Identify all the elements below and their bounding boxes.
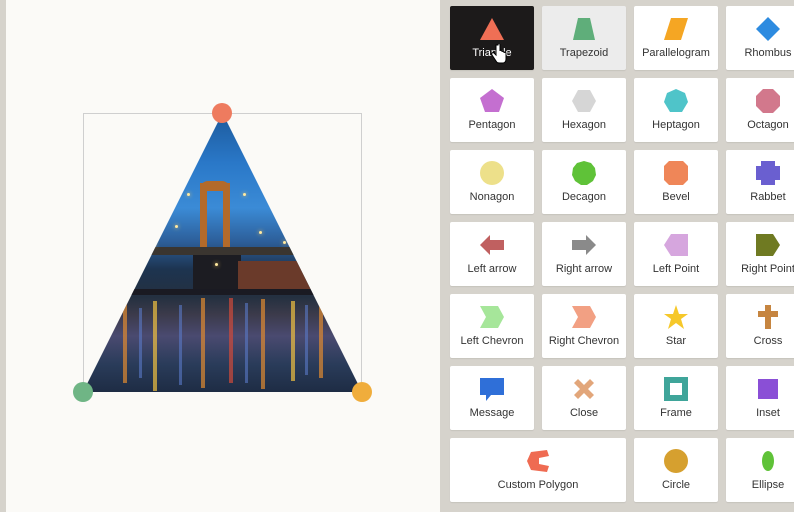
shape-tile-label: Right Point <box>741 263 794 275</box>
shape-tile-octagon[interactable]: Octagon <box>726 78 794 142</box>
shape-tile-right-chevron[interactable]: Right Chevron <box>542 294 626 358</box>
shape-tile-label: Pentagon <box>468 119 516 131</box>
shape-tile-right-arrow[interactable]: Right arrow <box>542 222 626 286</box>
close-icon <box>571 376 597 402</box>
shape-tile-custom-polygon[interactable]: Custom Polygon <box>450 438 626 502</box>
shape-tile-left-chevron[interactable]: Left Chevron <box>450 294 534 358</box>
shape-tile-label: Nonagon <box>469 191 515 203</box>
shape-tile-label: Hexagon <box>561 119 607 131</box>
star-icon <box>663 304 689 330</box>
shape-tile-label: Message <box>469 407 515 419</box>
shape-tile-bevel[interactable]: Bevel <box>634 150 718 214</box>
shape-palette: TriangleTrapezoidParallelogramRhombusPen… <box>446 0 794 512</box>
shape-tile-rabbet[interactable]: Rabbet <box>726 150 794 214</box>
shape-tile-frame[interactable]: Frame <box>634 366 718 430</box>
shape-tile-label: Left Point <box>652 263 700 275</box>
shape-tile-star[interactable]: Star <box>634 294 718 358</box>
frame-icon <box>663 376 689 402</box>
decagon-icon <box>571 160 597 186</box>
shape-tile-label: Rhombus <box>744 47 792 59</box>
shape-tile-label: Octagon <box>747 119 789 131</box>
cross-icon <box>755 304 781 330</box>
handle-top-vertex[interactable] <box>212 103 232 123</box>
shape-tile-parallelogram[interactable]: Parallelogram <box>634 6 718 70</box>
triangle-icon <box>479 16 505 42</box>
shape-tile-label: Bevel <box>662 191 690 203</box>
shape-tile-hexagon[interactable]: Hexagon <box>542 78 626 142</box>
shape-tile-ellipse[interactable]: Ellipse <box>726 438 794 502</box>
shape-tile-label: Trapezoid <box>559 47 609 59</box>
shape-tile-label: Star <box>665 335 687 347</box>
nonagon-icon <box>479 160 505 186</box>
hexagon-icon <box>571 88 597 114</box>
shape-tile-label: Right Chevron <box>548 335 620 347</box>
right-chevron-icon <box>571 304 597 330</box>
inset-icon <box>755 376 781 402</box>
shape-tile-label: Heptagon <box>652 119 700 131</box>
handle-bottom-right-vertex[interactable] <box>352 382 372 402</box>
message-icon <box>479 376 505 402</box>
heptagon-icon <box>663 88 689 114</box>
shape-tile-close[interactable]: Close <box>542 366 626 430</box>
rhombus-icon <box>755 16 781 42</box>
octagon-icon <box>755 88 781 114</box>
shape-tile-rhombus[interactable]: Rhombus <box>726 6 794 70</box>
shape-tile-right-point[interactable]: Right Point <box>726 222 794 286</box>
shape-tile-inset[interactable]: Inset <box>726 366 794 430</box>
shape-tile-pentagon[interactable]: Pentagon <box>450 78 534 142</box>
shape-tile-label: Decagon <box>561 191 607 203</box>
shape-tile-label: Left Chevron <box>460 335 524 347</box>
shape-tile-left-point[interactable]: Left Point <box>634 222 718 286</box>
left-point-icon <box>663 232 689 258</box>
shape-tile-decagon[interactable]: Decagon <box>542 150 626 214</box>
right-point-icon <box>755 232 781 258</box>
shape-tile-left-arrow[interactable]: Left arrow <box>450 222 534 286</box>
circle-icon <box>663 448 689 474</box>
shape-tile-heptagon[interactable]: Heptagon <box>634 78 718 142</box>
shape-tile-nonagon[interactable]: Nonagon <box>450 150 534 214</box>
handle-bottom-left-vertex[interactable] <box>73 382 93 402</box>
rabbet-icon <box>755 160 781 186</box>
right-arrow-icon <box>571 232 597 258</box>
shape-tile-label: Inset <box>756 407 780 419</box>
shape-tile-message[interactable]: Message <box>450 366 534 430</box>
trapezoid-icon <box>571 16 597 42</box>
shape-tile-label: Ellipse <box>751 479 785 491</box>
hand-cursor-icon <box>491 44 507 64</box>
left-arrow-icon <box>479 232 505 258</box>
parallelogram-icon <box>663 16 689 42</box>
shape-tile-label: Left arrow <box>467 263 517 275</box>
shape-tile-label: Parallelogram <box>642 47 710 59</box>
shape-tile-label: Cross <box>753 335 783 347</box>
shape-tile-trapezoid[interactable]: Trapezoid <box>542 6 626 70</box>
shape-tile-label: Rabbet <box>750 191 786 203</box>
pentagon-icon <box>479 88 505 114</box>
shape-tile-label: Close <box>569 407 599 419</box>
shape-tile-label: Right arrow <box>555 263 613 275</box>
left-chevron-icon <box>479 304 505 330</box>
ellipse-icon <box>755 448 781 474</box>
shape-tile-label: Custom Polygon <box>497 479 579 491</box>
shape-tile-circle[interactable]: Circle <box>634 438 718 502</box>
custom-polygon-icon <box>525 448 551 474</box>
shape-tile-label: Frame <box>660 407 692 419</box>
bridge-arch <box>200 181 230 191</box>
shape-tile-label: Circle <box>661 479 691 491</box>
shape-tile-cross[interactable]: Cross <box>726 294 794 358</box>
bevel-icon <box>663 160 689 186</box>
